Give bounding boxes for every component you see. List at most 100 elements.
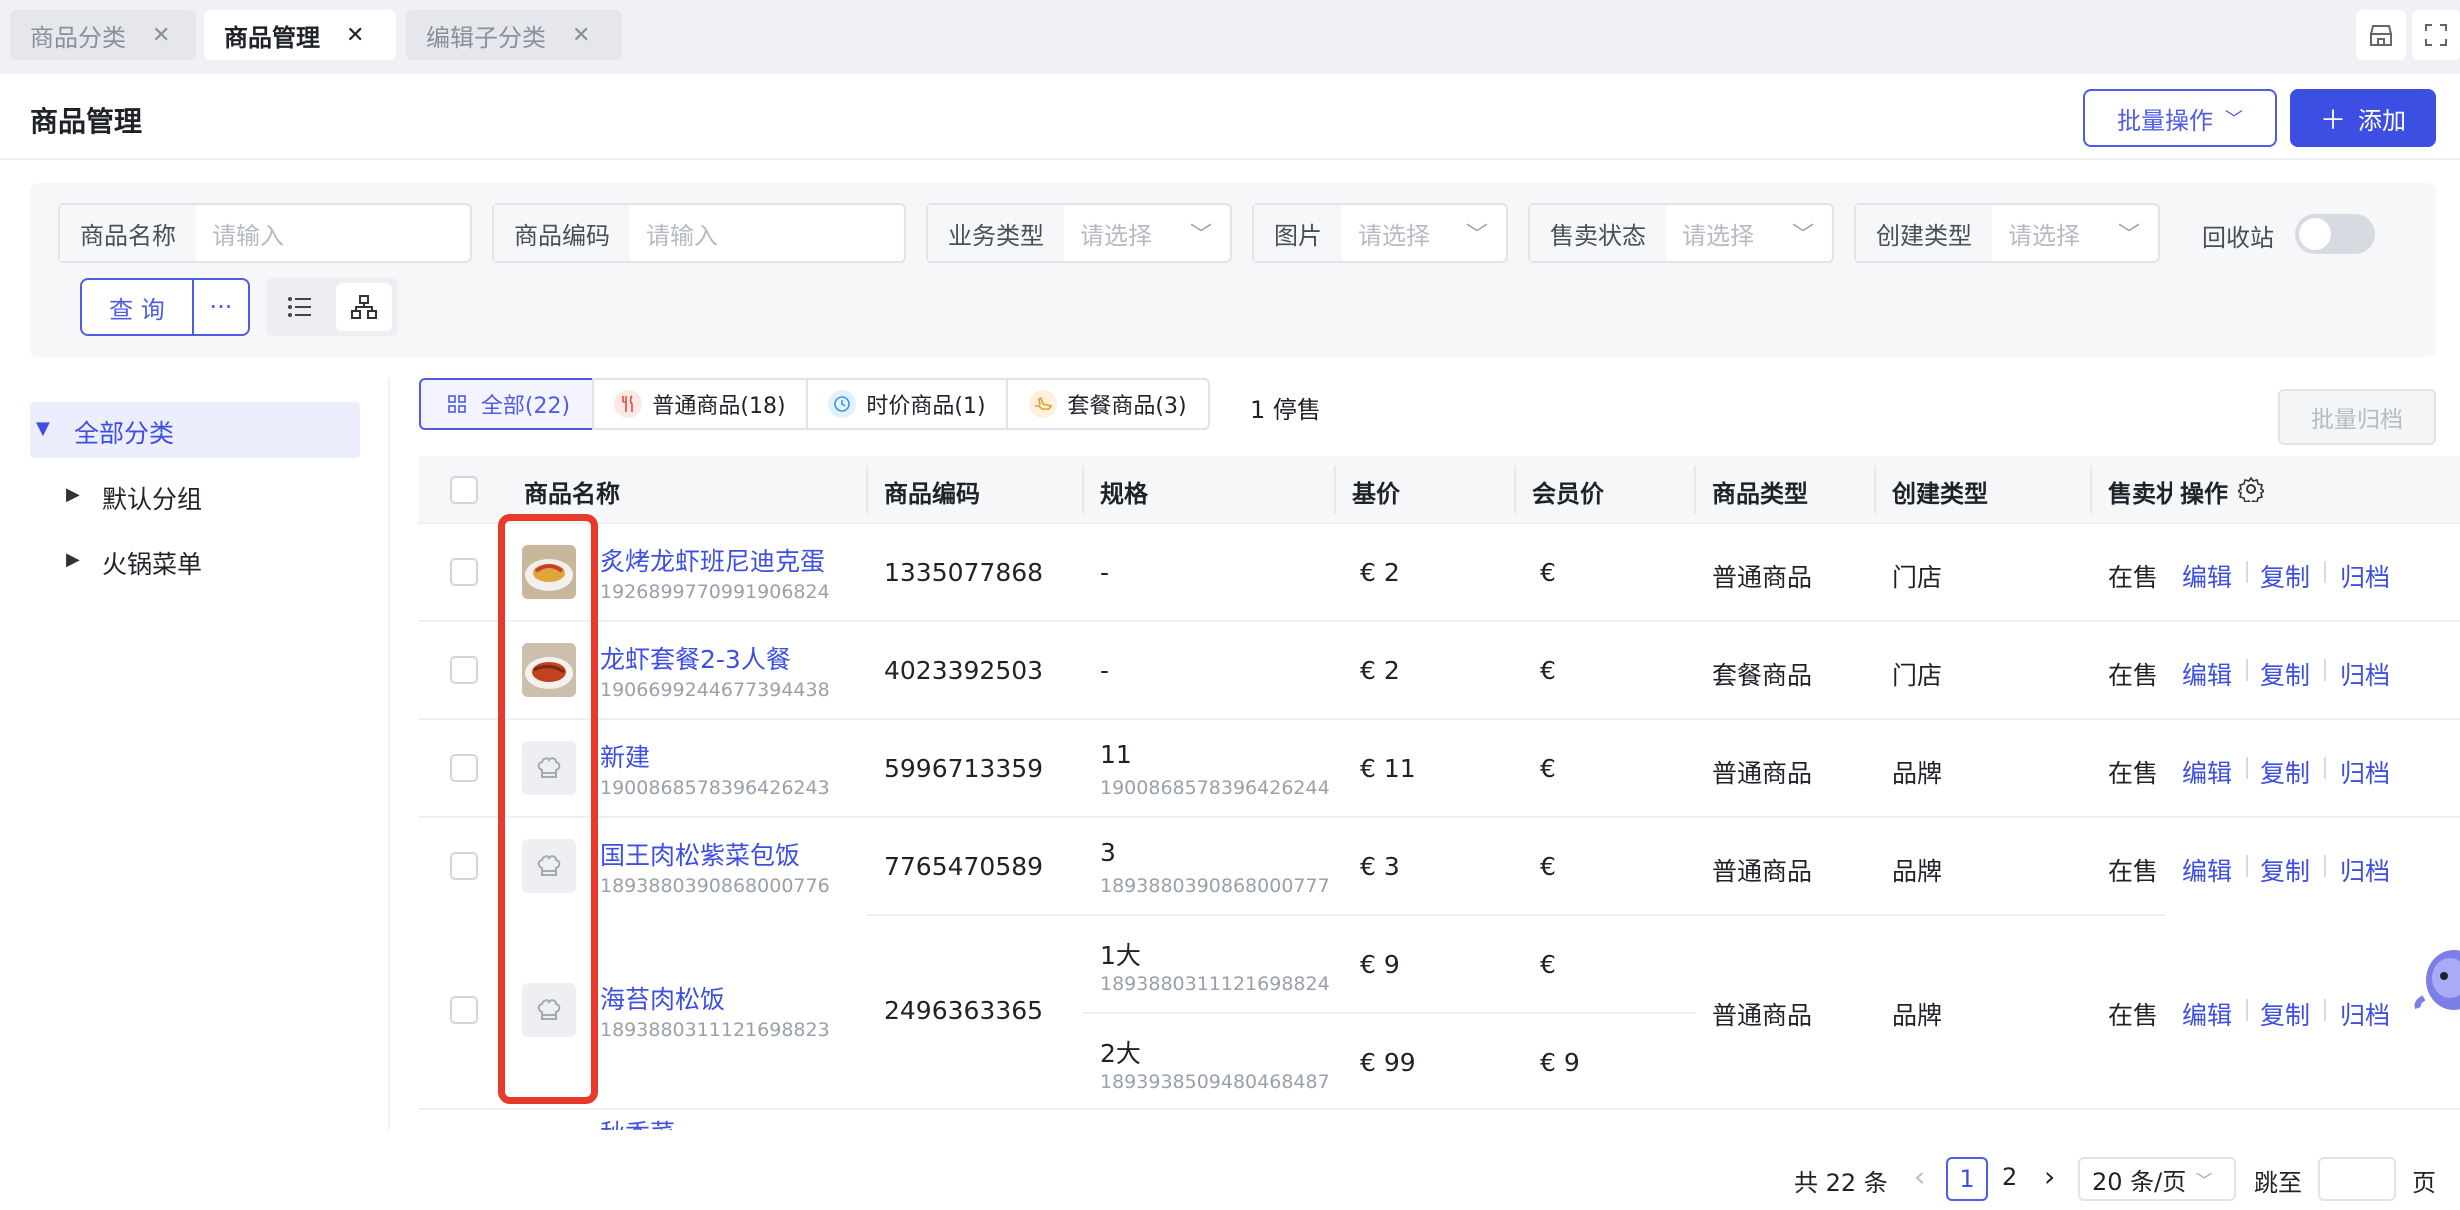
category-tab-regular[interactable]: 普通商品(18) — [592, 378, 808, 430]
hand-icon — [1029, 390, 1058, 418]
jump-page-input[interactable] — [2318, 1157, 2396, 1201]
batch-archive-button[interactable]: 批量归档 — [2278, 389, 2436, 445]
spec: 3 — [1100, 838, 1116, 867]
archive-link[interactable]: 归档 — [2340, 656, 2390, 692]
base-price: € 2 — [1360, 656, 1400, 685]
category-tab-market-price[interactable]: 时价商品(1) — [806, 378, 1008, 430]
product-name-link[interactable]: 炙烤龙虾班尼迪克蛋 — [600, 542, 825, 578]
stopped-count[interactable]: 1 停售 — [1250, 390, 1321, 425]
copy-link[interactable]: 复制 — [2260, 754, 2310, 790]
chevron-down-icon: ﹀ — [1189, 223, 1212, 248]
edit-link[interactable]: 编辑 — [2182, 996, 2232, 1032]
close-icon[interactable]: ✕ — [346, 23, 364, 48]
name-filter[interactable]: 商品名称 请输入 — [58, 203, 472, 263]
create-type-select[interactable]: 创建类型 请选择 ﹀ — [1854, 203, 2160, 263]
batch-operation-button[interactable]: 批量操作 ﹀ — [2083, 89, 2277, 147]
chevron-down-icon: ﹀ — [2225, 109, 2243, 130]
product-name-link[interactable]: 国王肉松紫菜包饭 — [600, 836, 800, 872]
archive-link[interactable]: 归档 — [2340, 996, 2390, 1032]
select-placeholder: 请选择 — [1080, 221, 1152, 250]
caret-right-icon[interactable]: ▶ — [66, 549, 80, 570]
sale-status: 在售 — [2108, 759, 2159, 788]
row-checkbox[interactable] — [450, 852, 478, 880]
tree-item-default-group[interactable]: 默认分组 — [102, 480, 202, 516]
column-divider — [1082, 466, 1084, 514]
action-separator — [2324, 561, 2326, 583]
category-tab-all[interactable]: 全部(22) — [419, 378, 594, 430]
archive-link[interactable]: 归档 — [2340, 852, 2390, 888]
page-1-button[interactable]: 1 — [1946, 1157, 1988, 1201]
edit-link[interactable]: 编辑 — [2182, 754, 2232, 790]
caret-down-icon[interactable]: ▼ — [36, 418, 50, 439]
column-header: 商品类型 — [1712, 480, 1808, 508]
member-price: € — [1540, 852, 1556, 881]
recycle-toggle[interactable] — [2295, 214, 2375, 254]
edit-link[interactable]: 编辑 — [2182, 558, 2232, 594]
product-code: 1335077868 — [884, 558, 1044, 587]
page-size-select[interactable]: 20 条/页 ﹀ — [2078, 1157, 2236, 1201]
member-price: € — [1540, 950, 1556, 979]
sale-status: 在售 — [2108, 563, 2159, 592]
row-checkbox[interactable] — [450, 656, 478, 684]
sale-status-select[interactable]: 售卖状态 请选择 ﹀ — [1528, 203, 1834, 263]
archive-link[interactable]: 归档 — [2340, 558, 2390, 594]
column-header: 创建类型 — [1892, 480, 1988, 508]
row-divider — [418, 620, 2460, 622]
close-icon[interactable]: ✕ — [152, 23, 170, 48]
select-all-checkbox[interactable] — [450, 476, 478, 504]
page-2-button[interactable]: 2 — [2002, 1163, 2017, 1191]
row-checkbox[interactable] — [450, 558, 478, 586]
image-select[interactable]: 图片 请选择 ﹀ — [1252, 203, 1508, 263]
more-button[interactable]: ··· — [192, 278, 250, 336]
column-divider — [1874, 466, 1876, 514]
code-input[interactable]: 请输入 — [630, 216, 904, 251]
gear-icon[interactable] — [2236, 476, 2266, 508]
archive-link[interactable]: 归档 — [2340, 754, 2390, 790]
spec: - — [1100, 656, 1110, 685]
column-divider — [2090, 466, 2092, 514]
assistant-mascot-icon[interactable] — [2414, 938, 2460, 1028]
name-input[interactable]: 请输入 — [196, 216, 470, 251]
tree-view-icon[interactable] — [336, 283, 392, 331]
page-title: 商品管理 — [30, 105, 143, 138]
product-name-link[interactable]: 龙虾套餐2-3人餐 — [600, 640, 791, 676]
caret-right-icon[interactable]: ▶ — [66, 484, 80, 505]
code-filter[interactable]: 商品编码 请输入 — [492, 203, 906, 263]
row-checkbox[interactable] — [450, 996, 478, 1024]
product-code: 4023392503 — [884, 656, 1044, 685]
spec: 11 — [1100, 740, 1132, 769]
column-divider — [1694, 466, 1696, 514]
tab-label: 商品分类 — [30, 23, 126, 52]
column-header: 会员价 — [1532, 480, 1604, 508]
tab-category[interactable]: 商品分类 ✕ — [10, 10, 196, 60]
copy-link[interactable]: 复制 — [2260, 656, 2310, 692]
store-icon[interactable] — [2356, 10, 2406, 60]
chevron-down-icon: ﹀ — [1465, 223, 1488, 248]
product-name-link[interactable]: 新建 — [600, 738, 650, 774]
row-checkbox[interactable] — [450, 754, 478, 782]
product-id: 1893880311121698823 — [600, 1019, 830, 1041]
product-name-link[interactable]: 秋香菜 — [600, 1114, 675, 1130]
product-name-link[interactable]: 海苔肉松饭 — [600, 980, 725, 1016]
biz-type-select[interactable]: 业务类型 请选择 ﹀ — [926, 203, 1232, 263]
tab-edit-subcategory[interactable]: 编辑子分类 ✕ — [406, 10, 622, 60]
close-icon[interactable]: ✕ — [572, 23, 590, 48]
next-page-icon[interactable]: › — [2044, 1160, 2055, 1193]
edit-link[interactable]: 编辑 — [2182, 656, 2232, 692]
tree-item-hotpot-menu[interactable]: 火锅菜单 — [102, 545, 202, 581]
copy-link[interactable]: 复制 — [2260, 996, 2310, 1032]
column-header: 规格 — [1100, 480, 1148, 508]
copy-link[interactable]: 复制 — [2260, 558, 2310, 594]
list-view-icon[interactable] — [272, 283, 328, 331]
category-tab-combo[interactable]: 套餐商品(3) — [1006, 378, 1210, 430]
add-button[interactable]: ＋ 添加 — [2290, 89, 2436, 147]
tree-item-all[interactable]: 全部分类 — [74, 414, 174, 450]
copy-link[interactable]: 复制 — [2260, 852, 2310, 888]
member-price: € — [1540, 754, 1556, 783]
tab-product-management[interactable]: 商品管理 ✕ — [204, 10, 396, 60]
query-button[interactable]: 查 询 — [80, 278, 194, 336]
fullscreen-icon[interactable] — [2412, 10, 2460, 60]
prev-page-icon[interactable]: ‹ — [1914, 1160, 1925, 1193]
column-divider — [866, 466, 868, 514]
edit-link[interactable]: 编辑 — [2182, 852, 2232, 888]
